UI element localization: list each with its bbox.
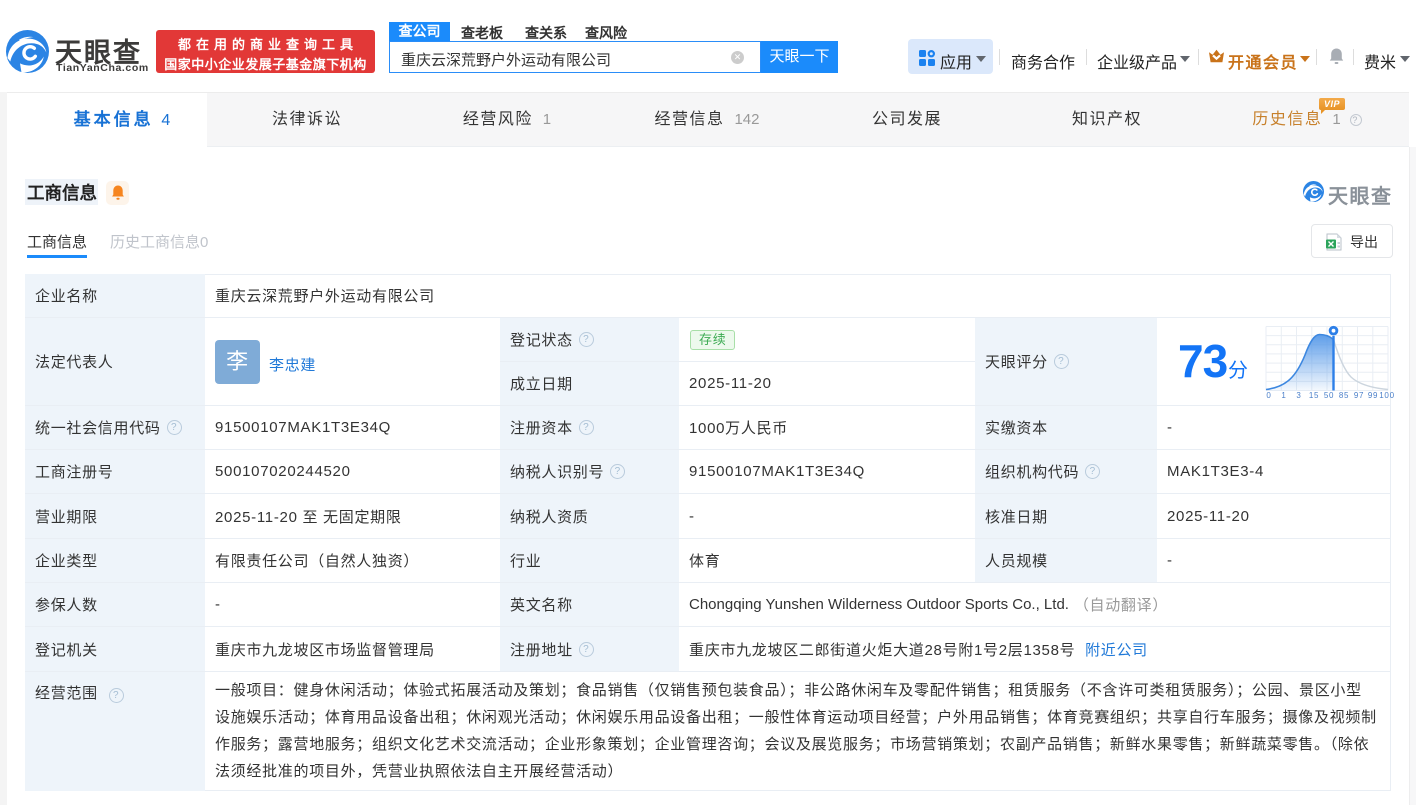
svg-text:0: 0 [1266, 391, 1271, 400]
svg-text:1: 1 [1281, 391, 1286, 400]
svg-text:99: 99 [1368, 391, 1378, 400]
svg-text:100: 100 [1379, 391, 1394, 400]
svg-text:3: 3 [1296, 391, 1301, 400]
svg-text:97: 97 [1354, 391, 1364, 400]
svg-text:50: 50 [1324, 391, 1334, 400]
svg-text:85: 85 [1339, 391, 1349, 400]
svg-text:15: 15 [1309, 391, 1319, 400]
